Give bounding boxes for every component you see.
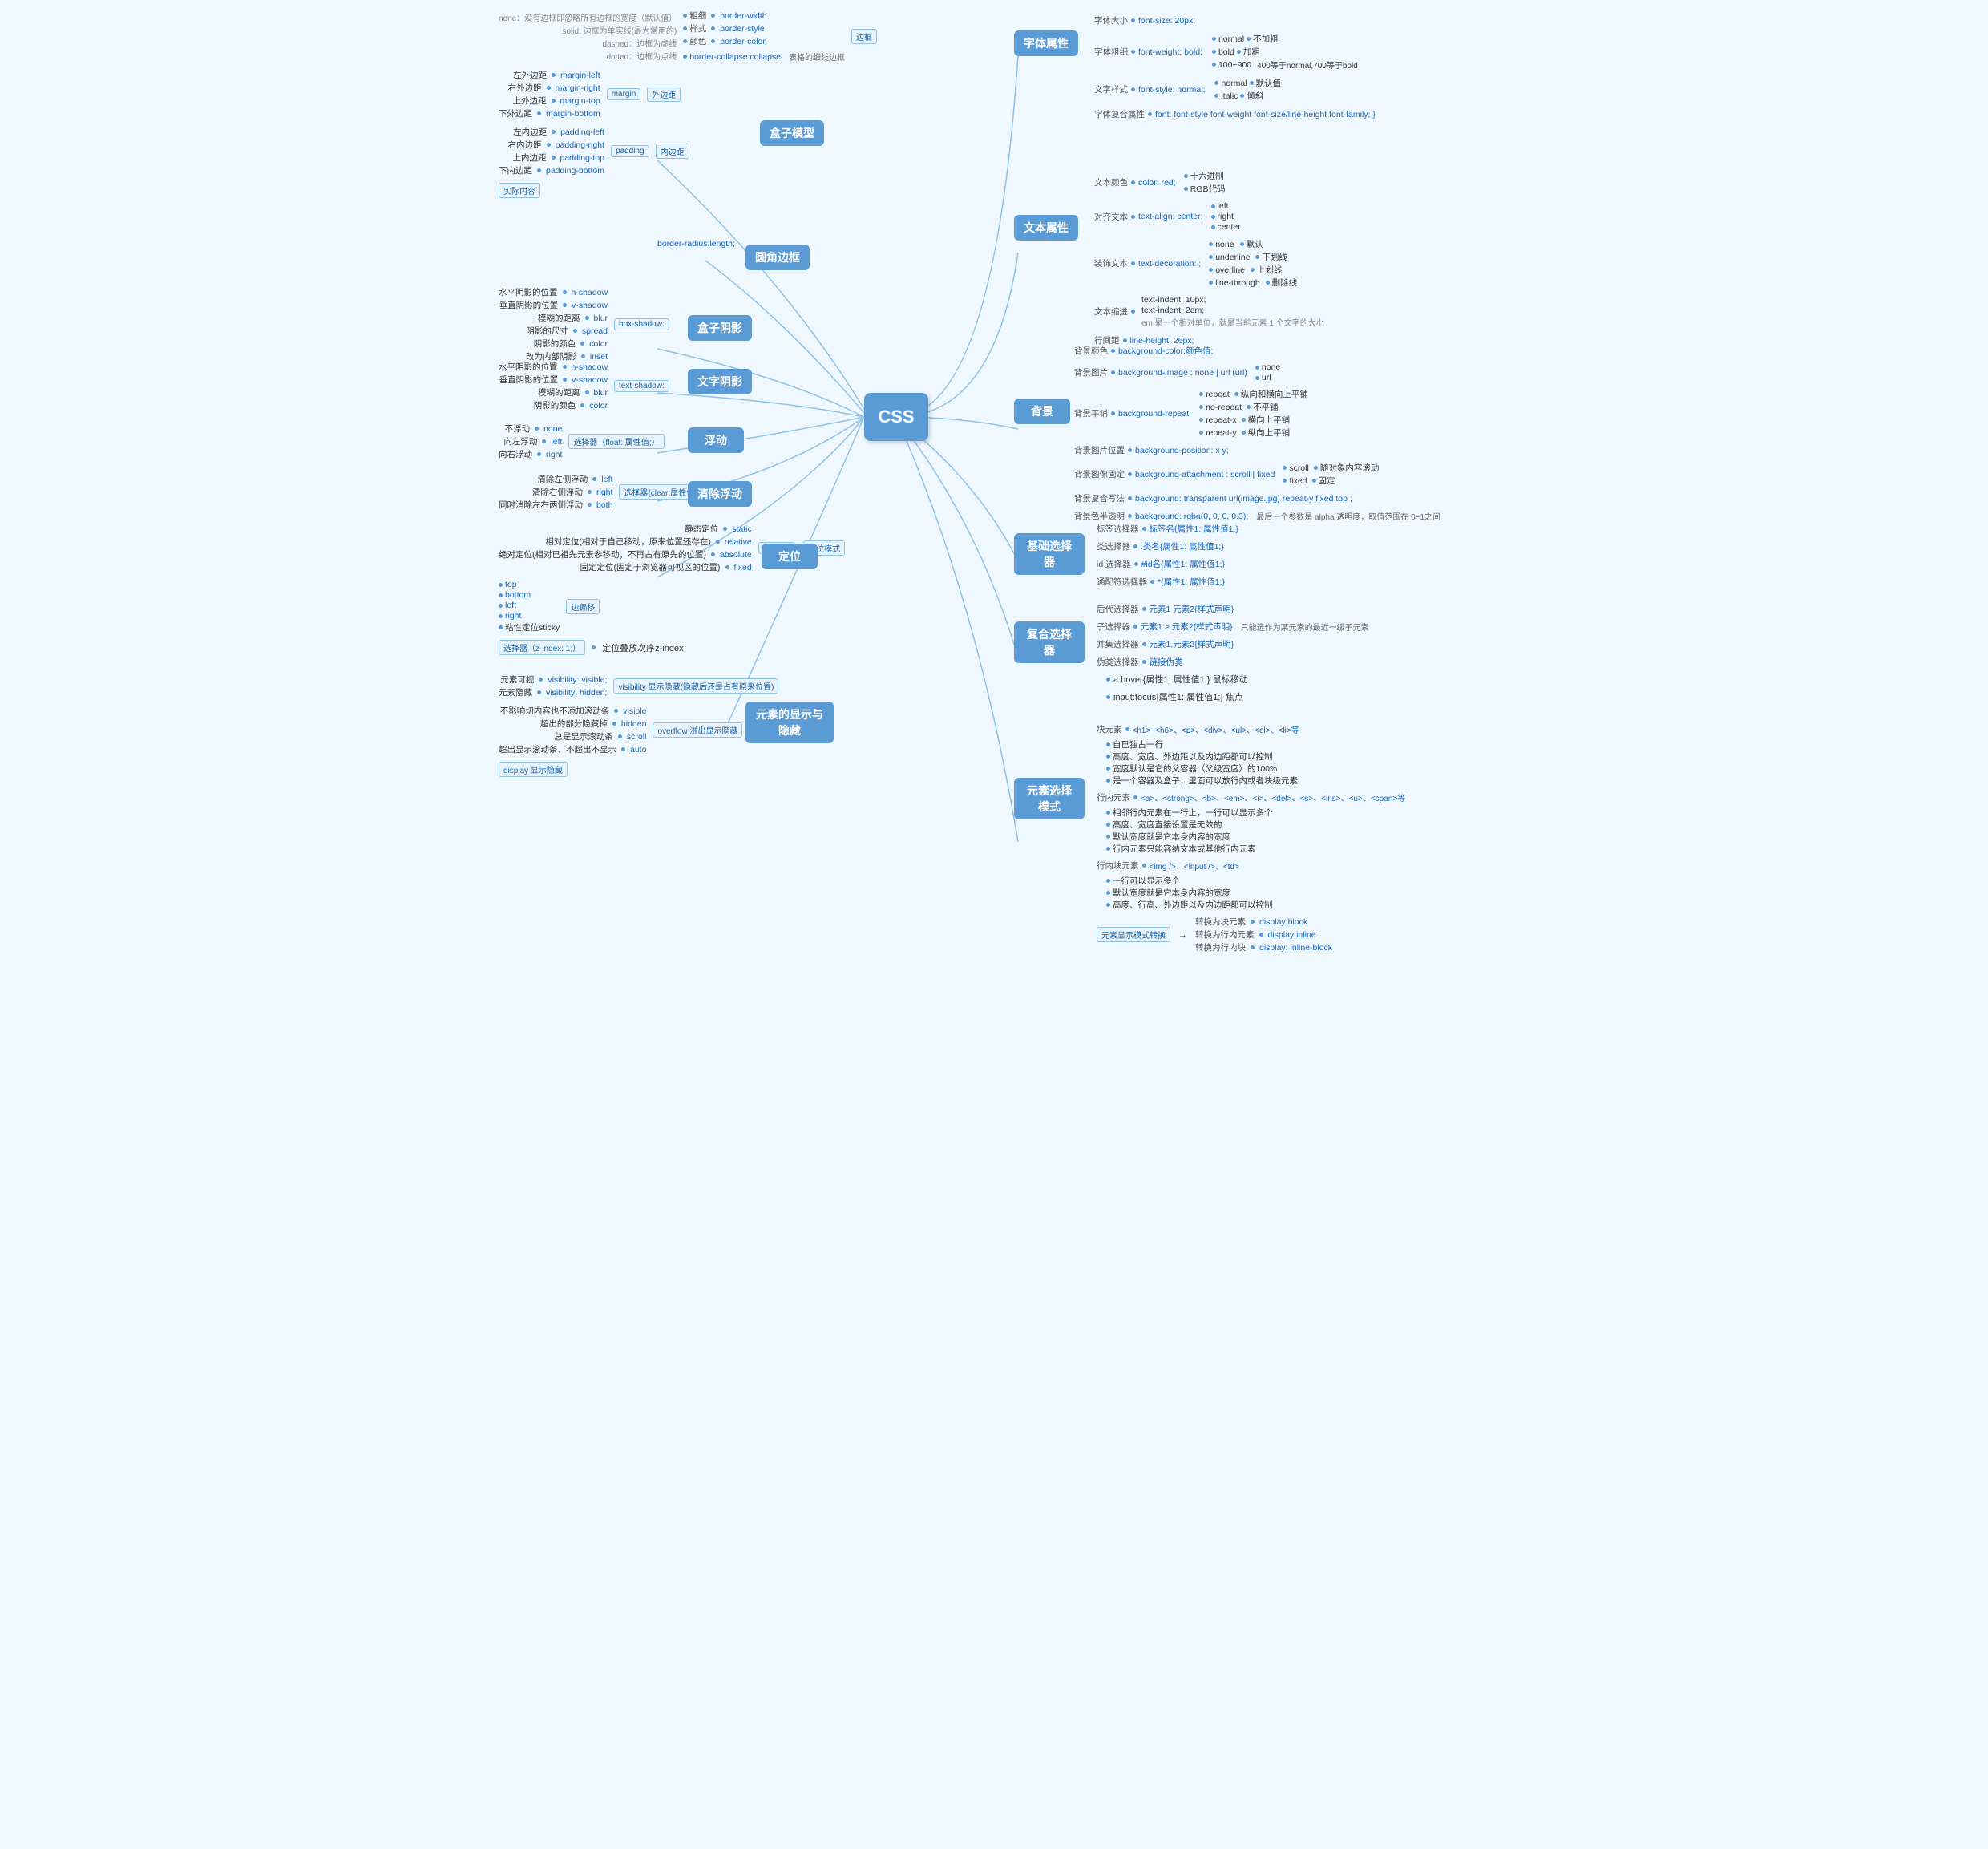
text-shadow-section: 水平阴影的位置h-shadow 垂直阴影的位置v-shadow 模糊的距离blu… xyxy=(499,359,669,413)
text-color-label: 文本颜色 xyxy=(1094,176,1128,188)
text-section: 文本颜色 color: red; 十六进制 RGB代码 对齐文本 text-al… xyxy=(1094,168,1324,348)
branch-font: 字体属性 xyxy=(1014,30,1078,56)
font-weight-label: 字体粗细 xyxy=(1094,46,1128,58)
center-label: CSS xyxy=(878,407,914,427)
box-shadow-section: 水平阴影的位置h-shadow 垂直阴影的位置v-shadow 模糊的距离blu… xyxy=(499,285,669,364)
branch-text-shadow: 文字阴影 xyxy=(688,369,752,394)
font-weight-val: font-weight: bold; xyxy=(1138,47,1202,57)
branch-text: 文本属性 xyxy=(1014,215,1078,241)
text-decoration-val: text-decoration: ; xyxy=(1138,259,1201,269)
basic-selector-section: 标签选择器 标签名{属性1: 属性值1;} 类选择器 .类名{属性1: 属性值1… xyxy=(1097,521,1238,589)
branch-background: 背景 xyxy=(1014,399,1070,424)
branch-box-shadow: 盒子阴影 xyxy=(688,315,752,341)
font-size-label: 字体大小 xyxy=(1094,14,1128,26)
display-mode-section: 块元素 <h1>~<h6>、<p>、<div>、<ul>、<ol>、<li>等 … xyxy=(1097,722,1405,955)
branch-display-mode: 元素选择模式 xyxy=(1014,778,1085,819)
branch-clear-float: 清除浮动 xyxy=(688,481,752,507)
mind-map: CSS 字体属性 字体大小 font-size: 20px; 字体粗细 font… xyxy=(497,0,1491,925)
font-section: 字体大小 font-size: 20px; 字体粗细 font-weight: … xyxy=(1094,13,1376,122)
text-align-val: text-align: center; xyxy=(1138,212,1203,221)
box-model-section: none：没有边框即忽略所有边框的宽度（默认值） solid: 边框为单实线(最… xyxy=(499,8,877,200)
font-compound-label: 字体复合属性 xyxy=(1094,108,1145,120)
background-section: 背景颜色 background-color:颜色值; 背景图片 backgrou… xyxy=(1074,343,1440,524)
complex-selector-section: 后代选择器 元素1 元素2{样式声明} 子选择器 元素1 > 元素2{样式声明}… xyxy=(1097,601,1369,705)
display-visibility-section: 元素可视visibility: visible; 元素隐藏visibility:… xyxy=(499,672,778,779)
font-size-val: font-size: 20px; xyxy=(1138,16,1195,26)
branch-border-radius: 圆角边框 xyxy=(746,245,810,270)
branch-display-visibility: 元素的显示与隐藏 xyxy=(746,702,834,743)
branch-basic-selector: 基础选择器 xyxy=(1014,533,1085,575)
text-align-label: 对齐文本 xyxy=(1094,211,1128,223)
font-compound-val: font: font-style font-weight font-size/l… xyxy=(1155,110,1376,119)
float-section: 不浮动none 向左浮动left 向右浮动right 选择器（float: 属性… xyxy=(499,421,665,462)
center-node: CSS xyxy=(864,393,928,441)
text-indent-label: 文本缩进 xyxy=(1094,305,1128,318)
branch-float: 浮动 xyxy=(688,427,744,453)
border-radius-section: border-radius:length; xyxy=(657,239,735,249)
branch-box-model: 盒子模型 xyxy=(760,120,824,146)
font-style-label: 文字样式 xyxy=(1094,83,1128,95)
font-style-val: font-style: normal; xyxy=(1138,85,1205,95)
position-section: 静态定位static 相对定位(相对于自己移动，原来位置还存在)relative… xyxy=(499,521,845,657)
clear-float-section: 清除左侧浮动left 清除右侧浮动right 同时消除左右两侧浮动both 选择… xyxy=(499,471,704,512)
branch-complex-selector: 复合选择器 xyxy=(1014,621,1085,663)
text-decoration-label: 装饰文本 xyxy=(1094,257,1128,269)
branch-position: 定位 xyxy=(762,544,818,569)
text-color-val: color: red; xyxy=(1138,178,1176,188)
